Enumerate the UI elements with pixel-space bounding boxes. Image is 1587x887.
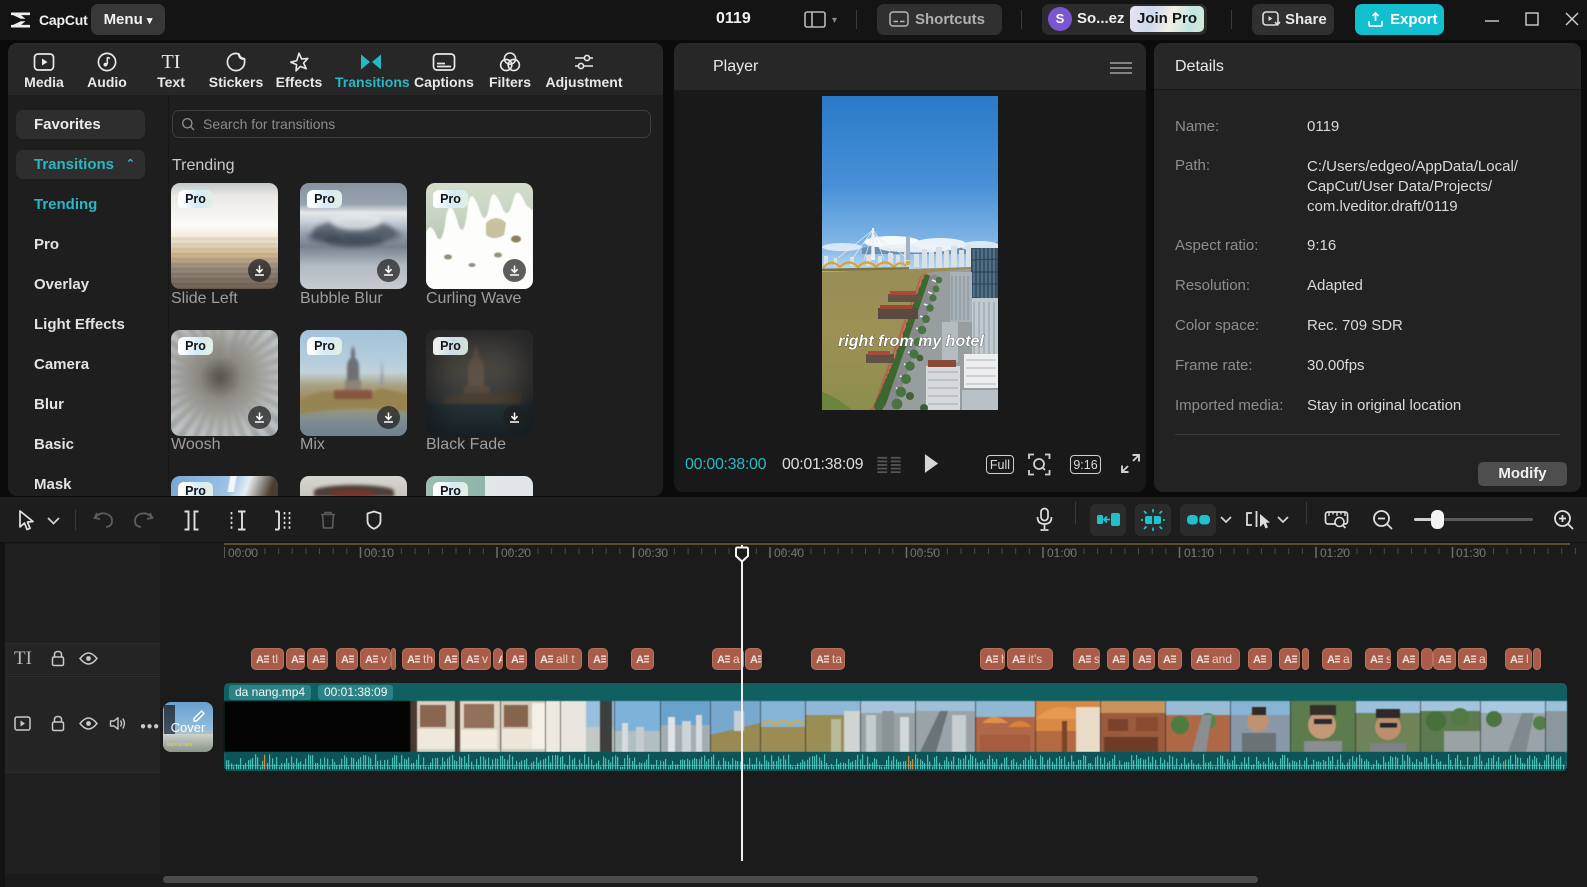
svg-text:A: A [1327,654,1335,665]
svg-text:A: A [365,654,373,665]
svg-text:A: A [636,654,644,665]
svg-text:A: A [1284,654,1292,665]
svg-text:A: A [407,654,415,665]
svg-text:A: A [593,654,601,665]
svg-text:A: A [1463,654,1471,665]
svg-text:TI: TI [162,51,181,73]
svg-text:A: A [1078,654,1086,665]
svg-text:A: A [985,654,993,665]
svg-text:A: A [1012,654,1020,665]
svg-text:A: A [1112,654,1120,665]
svg-text:A: A [1163,654,1171,665]
svg-text:A: A [291,654,299,665]
svg-text:right from my hotel: right from my hotel [838,333,984,350]
svg-text:A: A [312,654,320,665]
svg-text:A: A [1438,654,1446,665]
svg-text:A: A [1138,654,1146,665]
svg-text:A: A [750,654,758,665]
svg-text:A: A [1253,654,1261,665]
svg-text:A: A [540,654,548,665]
svg-text:A: A [511,654,519,665]
svg-text:A: A [1402,654,1410,665]
svg-text:A: A [1196,654,1204,665]
svg-text:A: A [498,654,503,665]
svg-text:A: A [256,654,264,665]
svg-text:A: A [717,654,725,665]
svg-text:A: A [444,654,452,665]
svg-text:A: A [341,654,349,665]
svg-text:A: A [466,654,474,665]
svg-text:A: A [1370,654,1378,665]
svg-text:A: A [816,654,824,665]
svg-text:A: A [1510,654,1518,665]
